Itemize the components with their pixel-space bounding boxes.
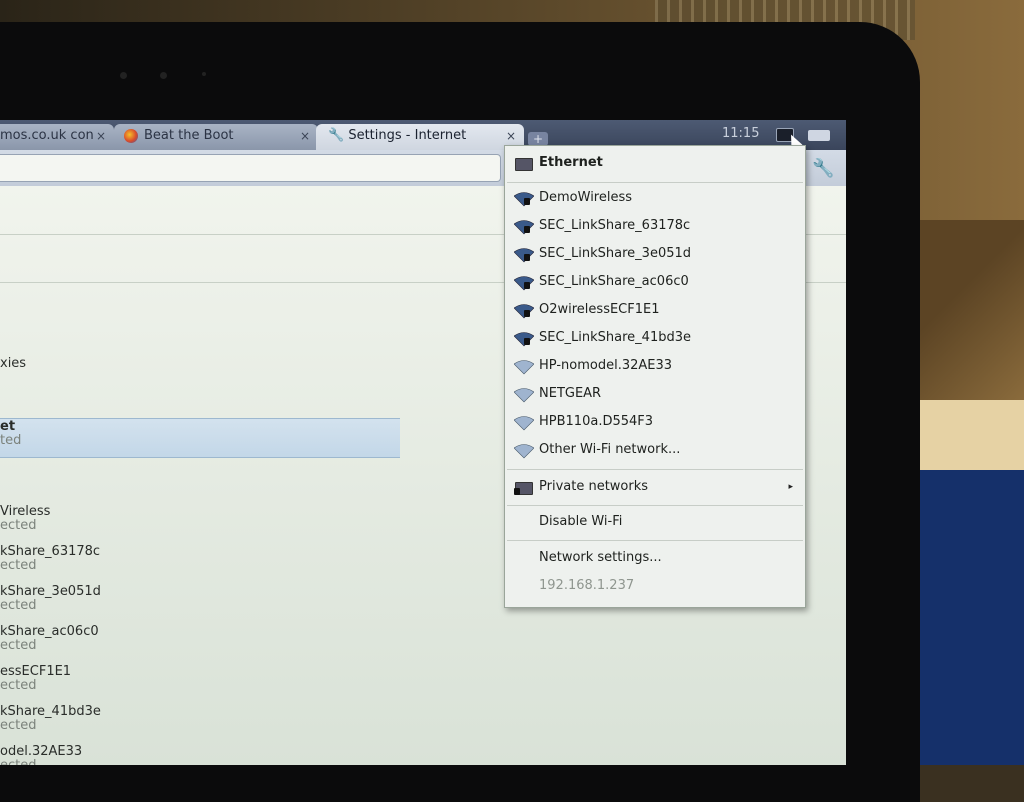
network-row[interactable]: Vireless ected xyxy=(0,504,400,533)
camera-dot xyxy=(120,72,127,79)
lock-icon xyxy=(524,254,530,261)
lock-icon xyxy=(524,226,530,233)
network-status: ted xyxy=(0,433,22,448)
network-status: ected xyxy=(0,598,37,613)
camera-dot xyxy=(160,72,167,79)
menu-item-label: SEC_LinkShare_ac06c0 xyxy=(539,274,689,289)
menu-item-wifi-network[interactable]: HP-nomodel.32AE33 xyxy=(505,353,805,379)
menu-item-label: Network settings... xyxy=(539,550,662,565)
menu-item-label: NETGEAR xyxy=(539,386,602,401)
ip-address: 192.168.1.237 xyxy=(539,578,635,593)
lock-icon xyxy=(514,488,520,495)
wifi-signal-icon xyxy=(514,360,534,375)
lock-icon xyxy=(524,198,530,205)
menu-item-label: SEC_LinkShare_3e051d xyxy=(539,246,692,261)
network-row-selected[interactable]: et ted xyxy=(0,418,400,458)
menu-item-wifi-network[interactable]: SEC_LinkShare_ac06c0 xyxy=(505,269,805,295)
tab-beat-the-boot[interactable]: Beat the Boot × xyxy=(114,124,318,150)
menu-item-wifi-network[interactable]: HPB110a.D554F3 xyxy=(505,409,805,435)
menu-item-private-networks[interactable]: Private networks ▸ xyxy=(505,474,805,500)
menu-separator xyxy=(507,469,803,470)
menu-item-wifi-network[interactable]: SEC_LinkShare_63178c xyxy=(505,213,805,239)
lock-icon xyxy=(524,282,530,289)
network-name: kShare_63178c xyxy=(0,544,101,559)
menu-item-label: Private networks xyxy=(539,479,649,494)
menu-item-label: Ethernet xyxy=(539,155,603,170)
camera-dot xyxy=(202,72,206,76)
tab-settings-internet[interactable]: 🔧 Settings - Internet × xyxy=(316,124,524,150)
menu-separator xyxy=(507,505,803,506)
proxies-label[interactable]: xies xyxy=(0,356,26,371)
menu-item-network-settings[interactable]: Network settings... xyxy=(505,545,805,571)
network-name: et xyxy=(0,419,16,434)
wrench-icon: 🔧 xyxy=(328,128,345,143)
menu-item-label: SEC_LinkShare_63178c xyxy=(539,218,691,233)
submenu-arrow-icon: ▸ xyxy=(788,482,793,492)
menu-item-wifi-network[interactable]: SEC_LinkShare_41bd3e xyxy=(505,325,805,351)
network-row[interactable]: kShare_3e051d ected xyxy=(0,584,400,613)
network-status: ected xyxy=(0,718,37,733)
lock-icon xyxy=(524,338,530,345)
battery-icon[interactable] xyxy=(808,130,830,141)
background-blue-object xyxy=(915,470,1024,765)
menu-item-wifi-network[interactable]: DemoWireless xyxy=(505,185,805,211)
network-status: ected xyxy=(0,638,37,653)
tab-title: Beat the Boot xyxy=(144,128,234,143)
menu-item-wifi-network[interactable]: O2wirelessECF1E1 xyxy=(505,297,805,323)
menu-separator xyxy=(507,182,803,183)
network-row[interactable]: odel.32AE33 ected xyxy=(0,744,400,765)
menu-item-wifi-network[interactable]: NETGEAR xyxy=(505,381,805,407)
lock-icon xyxy=(524,310,530,317)
network-status: ected xyxy=(0,678,37,693)
wrench-menu-button[interactable]: 🔧 xyxy=(812,158,834,179)
tab-title: Settings - Internet xyxy=(348,128,467,143)
network-name: odel.32AE33 xyxy=(0,744,83,759)
address-bar[interactable] xyxy=(0,154,501,182)
menu-item-label: HP-nomodel.32AE33 xyxy=(539,358,673,373)
menu-item-label: Disable Wi-Fi xyxy=(539,514,623,529)
network-name: kShare_ac06c0 xyxy=(0,624,99,639)
network-row[interactable]: kShare_63178c ected xyxy=(0,544,400,573)
network-name: Vireless xyxy=(0,504,51,519)
menu-item-disable-wifi[interactable]: Disable Wi-Fi xyxy=(505,509,805,535)
wifi-signal-icon xyxy=(514,416,534,431)
background-desk xyxy=(915,400,1024,472)
tab-title: mos.co.uk con xyxy=(0,128,94,143)
menu-item-label: O2wirelessECF1E1 xyxy=(539,302,660,317)
menu-item-ethernet[interactable]: Ethernet xyxy=(505,150,805,176)
tab-close-button[interactable]: × xyxy=(300,124,310,148)
network-status: ected xyxy=(0,759,400,766)
chrome-favicon-icon xyxy=(124,128,138,143)
clock[interactable]: 11:15 xyxy=(722,126,759,141)
wifi-signal-icon xyxy=(514,444,534,459)
network-row[interactable]: essECF1E1 ected xyxy=(0,664,400,693)
network-row[interactable]: kShare_ac06c0 ected xyxy=(0,624,400,653)
menu-separator xyxy=(507,540,803,541)
tab-close-button[interactable]: × xyxy=(96,124,106,148)
network-menu: Ethernet DemoWireless SEC_LinkShare_6317… xyxy=(504,145,806,608)
menu-item-label: HPB110a.D554F3 xyxy=(539,414,654,429)
network-status: ected xyxy=(0,558,37,573)
menu-item-label: SEC_LinkShare_41bd3e xyxy=(539,330,691,345)
menu-item-label: DemoWireless xyxy=(539,190,633,205)
network-name: essECF1E1 xyxy=(0,664,72,679)
wifi-signal-icon xyxy=(514,388,534,403)
network-name: kShare_3e051d xyxy=(0,584,101,599)
menu-item-label: Other Wi-Fi network... xyxy=(539,442,681,457)
network-status: ected xyxy=(0,518,37,533)
network-name: kShare_41bd3e xyxy=(0,704,101,719)
menu-item-other-wifi[interactable]: Other Wi-Fi network... xyxy=(505,437,805,463)
ip-address-label: 192.168.1.237 xyxy=(505,573,805,599)
new-tab-button[interactable]: + xyxy=(528,132,548,146)
tab-mos[interactable]: mos.co.uk con × xyxy=(0,124,114,150)
network-row[interactable]: kShare_41bd3e ected xyxy=(0,704,400,733)
background-shadow xyxy=(915,220,1024,400)
menu-item-wifi-network[interactable]: SEC_LinkShare_3e051d xyxy=(505,241,805,267)
ethernet-icon xyxy=(515,158,533,171)
